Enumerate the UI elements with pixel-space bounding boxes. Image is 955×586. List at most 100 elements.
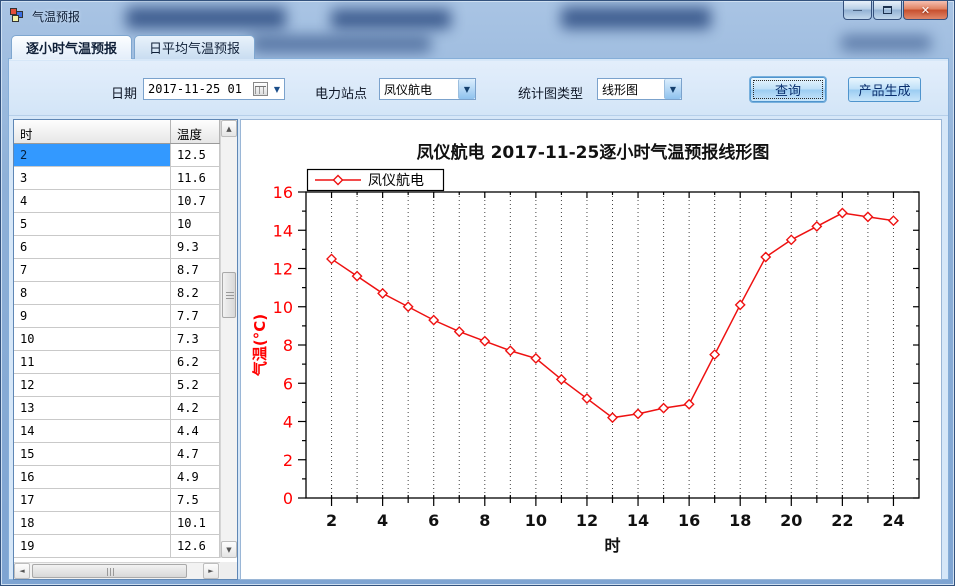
temperature-cell[interactable]: 10.1 [171,512,220,535]
close-button[interactable]: ✕ [903,1,948,20]
svg-text:18: 18 [729,511,751,530]
station-combobox[interactable]: ▼ [379,78,476,100]
hour-cell[interactable]: 7 [14,259,171,282]
vertical-scrollbar[interactable]: ▲ ▼ [220,120,237,558]
hour-cell[interactable]: 3 [14,167,171,190]
hour-cell[interactable]: 9 [14,305,171,328]
chart-type-combobox[interactable]: ▼ [597,78,682,100]
table-row[interactable]: 1912.6 [14,535,237,558]
table-row[interactable]: 212.5 [14,144,237,167]
hour-cell[interactable]: 6 [14,236,171,259]
table-row[interactable]: 410.7 [14,190,237,213]
window-title: 气温预报 [32,8,80,25]
svg-text:16: 16 [273,183,293,202]
hour-cell[interactable]: 17 [14,489,171,512]
tab-daily-forecast[interactable]: 日平均气温预报 [134,35,255,59]
hour-cell[interactable]: 10 [14,328,171,351]
maximize-button[interactable] [873,1,902,20]
hour-cell[interactable]: 2 [14,144,171,167]
temperature-cell[interactable]: 10 [171,213,220,236]
hour-cell[interactable]: 8 [14,282,171,305]
scroll-left-icon[interactable]: ◄ [14,563,30,579]
svg-text:0: 0 [283,489,293,508]
date-dropdown-icon[interactable]: ▼ [270,85,284,94]
table-row[interactable]: 125.2 [14,374,237,397]
horizontal-scroll-thumb[interactable] [32,564,187,578]
temperature-cell[interactable]: 7.5 [171,489,220,512]
column-header-temp[interactable]: 温度 [171,120,220,143]
table-row[interactable]: 1810.1 [14,512,237,535]
table-row[interactable]: 510 [14,213,237,236]
hour-cell[interactable]: 5 [14,213,171,236]
svg-text:6: 6 [283,374,293,393]
svg-text:6: 6 [428,511,439,530]
temperature-cell[interactable]: 8.7 [171,259,220,282]
hour-cell[interactable]: 4 [14,190,171,213]
station-dropdown-icon[interactable]: ▼ [458,79,475,99]
scroll-down-icon[interactable]: ▼ [221,541,237,558]
generate-button[interactable]: 产品生成 [848,77,921,102]
table-row[interactable]: 97.7 [14,305,237,328]
table-row[interactable]: 144.4 [14,420,237,443]
app-window: 气温预报 — ✕ 逐小时气温预报 日平均气温预报 日期 ▼ 电力站点 ▼ 统计图… [0,0,955,586]
titlebar[interactable]: 气温预报 — ✕ [1,1,955,31]
table-row[interactable]: 69.3 [14,236,237,259]
temperature-cell[interactable]: 4.2 [171,397,220,420]
temperature-cell[interactable]: 8.2 [171,282,220,305]
tab-hourly-forecast[interactable]: 逐小时气温预报 [11,35,132,59]
horizontal-scrollbar[interactable]: ◄ ► [14,562,220,579]
temperature-cell[interactable]: 6.2 [171,351,220,374]
svg-text:气温(°C): 气温(°C) [251,314,269,377]
table-row[interactable]: 116.2 [14,351,237,374]
hour-cell[interactable]: 18 [14,512,171,535]
hour-cell[interactable]: 15 [14,443,171,466]
minimize-button[interactable]: — [843,1,872,20]
hour-cell[interactable]: 14 [14,420,171,443]
scroll-right-icon[interactable]: ► [203,563,219,579]
titlebar-glass-blob [561,7,711,29]
hour-cell[interactable]: 19 [14,535,171,558]
hour-cell[interactable]: 16 [14,466,171,489]
hour-cell[interactable]: 11 [14,351,171,374]
table-header: 时 温度 [14,120,237,144]
date-input[interactable] [144,79,253,99]
table-row[interactable]: 88.2 [14,282,237,305]
svg-text:12: 12 [273,260,293,279]
temperature-cell[interactable]: 12.6 [171,535,220,558]
svg-text:4: 4 [283,413,293,432]
calendar-icon[interactable] [253,82,268,96]
table-row[interactable]: 164.9 [14,466,237,489]
station-input[interactable] [380,79,458,99]
table-row[interactable]: 177.5 [14,489,237,512]
hour-cell[interactable]: 12 [14,374,171,397]
date-label: 日期 [111,83,137,102]
chart-type-dropdown-icon[interactable]: ▼ [664,79,681,99]
temperature-cell[interactable]: 4.9 [171,466,220,489]
temperature-cell[interactable]: 10.7 [171,190,220,213]
temperature-cell[interactable]: 7.7 [171,305,220,328]
table-row[interactable]: 78.7 [14,259,237,282]
chart-panel: 凤仪航电 2017-11-25逐小时气温预报线形图246810121416182… [240,119,942,580]
chart-type-input[interactable] [598,79,664,99]
temperature-cell[interactable]: 11.6 [171,167,220,190]
temperature-cell[interactable]: 4.7 [171,443,220,466]
temperature-cell[interactable]: 5.2 [171,374,220,397]
temperature-cell[interactable]: 12.5 [171,144,220,167]
date-picker[interactable]: ▼ [143,78,285,100]
column-header-hour[interactable]: 时 [14,120,171,143]
station-label: 电力站点 [315,83,367,102]
svg-text:14: 14 [273,221,293,240]
vertical-scroll-thumb[interactable] [222,272,236,318]
table-row[interactable]: 107.3 [14,328,237,351]
table-row[interactable]: 134.2 [14,397,237,420]
svg-text:凤仪航电: 凤仪航电 [368,173,424,189]
svg-text:14: 14 [627,511,649,530]
temperature-cell[interactable]: 7.3 [171,328,220,351]
table-row[interactable]: 154.7 [14,443,237,466]
temperature-cell[interactable]: 4.4 [171,420,220,443]
scroll-up-icon[interactable]: ▲ [221,120,237,137]
hour-cell[interactable]: 13 [14,397,171,420]
query-button[interactable]: 查询 [750,77,826,102]
table-row[interactable]: 311.6 [14,167,237,190]
temperature-cell[interactable]: 9.3 [171,236,220,259]
